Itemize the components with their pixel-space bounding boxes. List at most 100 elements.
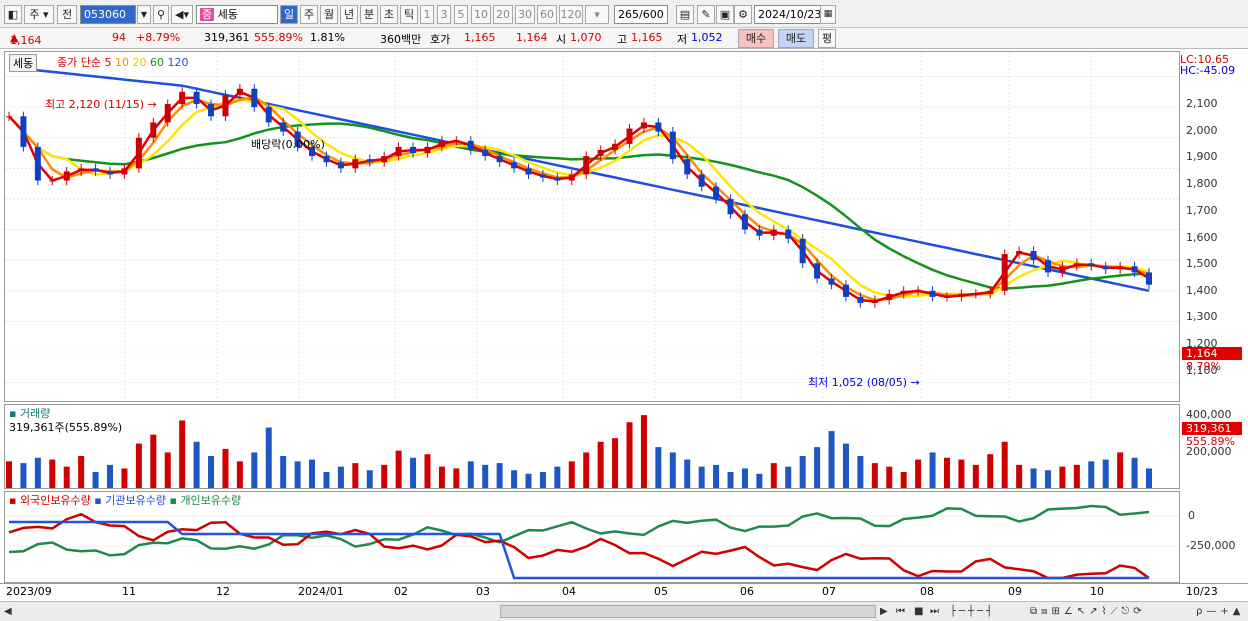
window-icon[interactable]: ◧ bbox=[4, 5, 22, 24]
volume-bar bbox=[1146, 468, 1152, 488]
sound-icon[interactable]: ◀▾ bbox=[171, 5, 193, 24]
volume-chart bbox=[6, 415, 1152, 488]
avg-button[interactable]: 평 bbox=[818, 29, 836, 48]
candle bbox=[1044, 260, 1051, 273]
volume-bar bbox=[6, 461, 12, 488]
chart-tool-icon[interactable]: ▤ bbox=[676, 5, 694, 24]
volume-bar bbox=[410, 457, 417, 488]
num-5[interactable]: 5 bbox=[454, 5, 468, 24]
x-label: 03 bbox=[476, 585, 490, 598]
period-month[interactable]: 월 bbox=[320, 5, 338, 24]
price-panel[interactable]: 세동 종가 단순 5 10 20 60 120 최고 2,120 (11/15)… bbox=[4, 51, 1180, 402]
vol-current-tag: 319,361 bbox=[1182, 422, 1242, 435]
holding-panel[interactable]: ▪ 외국인보유수량 ▪ 기관보유수량 ▪ 개인보유수량 bbox=[4, 491, 1180, 583]
amount: 360백만 bbox=[380, 33, 422, 46]
candle bbox=[410, 146, 417, 154]
period-type-label: 주 bbox=[29, 8, 40, 21]
candle bbox=[92, 168, 99, 172]
volume-bar bbox=[1131, 457, 1138, 488]
volume-bar bbox=[741, 468, 748, 488]
y-label: 1,900 bbox=[1186, 150, 1218, 163]
search-icon[interactable]: ⚲ bbox=[153, 5, 169, 24]
candle bbox=[799, 238, 806, 264]
ma-10-label: 10 bbox=[114, 56, 129, 69]
scroll-thumb[interactable] bbox=[500, 605, 876, 618]
candle bbox=[987, 290, 994, 294]
x-label: 07 bbox=[822, 585, 836, 598]
y-label: 2,000 bbox=[1186, 124, 1218, 137]
period-tick[interactable]: 틱 bbox=[400, 5, 418, 24]
volume-bar bbox=[236, 461, 243, 488]
save-icon[interactable]: ▣ bbox=[716, 5, 734, 24]
scroll-bar[interactable]: ◀ ▶ ⏮ ■ ⏭ ├─┼─┤ ⧉⧈⊞∠↖↗⌇⟋⎋⟳ ρ—+▲ bbox=[0, 601, 1248, 621]
period-minute[interactable]: 분 bbox=[360, 5, 378, 24]
candle bbox=[583, 156, 590, 175]
volume-bar bbox=[20, 463, 27, 488]
code-dropdown-icon[interactable]: ▼ bbox=[137, 5, 151, 24]
volume-bar bbox=[915, 459, 922, 488]
sell-button[interactable]: 매도 bbox=[778, 29, 814, 48]
ma-legend: 종가 단순 5 10 20 60 120 bbox=[57, 54, 188, 70]
volume-bar bbox=[179, 420, 186, 488]
candle bbox=[265, 107, 272, 123]
zoom-controls-icon[interactable]: ρ—+▲ bbox=[1196, 606, 1244, 617]
candle bbox=[179, 91, 186, 105]
num-120[interactable]: 120 bbox=[559, 5, 583, 24]
candle bbox=[785, 229, 792, 239]
zoom-slider-icon[interactable]: ├─┼─┤ bbox=[950, 606, 995, 617]
period-week[interactable]: 주 bbox=[300, 5, 318, 24]
code-input[interactable]: 053060 bbox=[80, 5, 136, 24]
scroll-right-icon[interactable]: ▶ bbox=[880, 606, 888, 617]
scroll-left-icon[interactable]: ◀ bbox=[4, 606, 12, 617]
x-axis: 2023/09 11 12 2024/01 02 03 04 05 06 07 … bbox=[0, 583, 1248, 601]
x-label: 2023/09 bbox=[6, 585, 52, 598]
x-label: 10 bbox=[1090, 585, 1104, 598]
last-icon[interactable]: ⏭ bbox=[930, 606, 939, 617]
turnover: 1.81% bbox=[310, 31, 345, 44]
edit-icon[interactable]: ✎ bbox=[697, 5, 715, 24]
volume-bar bbox=[886, 466, 893, 488]
volume-bar bbox=[135, 443, 142, 488]
candle bbox=[1030, 250, 1037, 261]
buy-button[interactable]: 매수 bbox=[738, 29, 774, 48]
hoga-label: 호가 bbox=[430, 33, 451, 46]
volume-bar bbox=[34, 457, 41, 488]
volume-bar bbox=[799, 456, 806, 488]
first-icon[interactable]: ⏮ bbox=[896, 606, 905, 617]
candle bbox=[525, 168, 532, 175]
vol-y-label: 400,000 bbox=[1186, 408, 1232, 421]
name-field[interactable]: 증 세동 bbox=[196, 5, 278, 24]
num-20[interactable]: 20 bbox=[493, 5, 513, 24]
stop-icon[interactable]: ■ bbox=[914, 606, 923, 617]
volume-bar bbox=[1016, 464, 1023, 488]
dividend-note: 배당락(0.00%) bbox=[251, 138, 325, 151]
vol-y-label: 200,000 bbox=[1186, 445, 1232, 458]
num-60[interactable]: 60 bbox=[537, 5, 557, 24]
volume-panel[interactable]: ▪ 거래량 319,361주(555.89%) bbox=[4, 404, 1180, 489]
volume-bar bbox=[987, 454, 994, 488]
volume-bar bbox=[208, 456, 215, 488]
num-10[interactable]: 10 bbox=[471, 5, 491, 24]
settings-icon[interactable]: ⚙ bbox=[734, 5, 752, 24]
count-field[interactable]: 265/600 bbox=[614, 5, 668, 24]
date-input[interactable]: 2024/10/23 bbox=[754, 5, 826, 24]
volume-bar bbox=[568, 461, 575, 488]
period-day[interactable]: 일 bbox=[280, 5, 298, 24]
calendar-icon[interactable]: ▦ bbox=[820, 5, 836, 24]
num-dropdown-icon[interactable]: ▾ bbox=[585, 5, 609, 24]
draw-tools-icon[interactable]: ⧉⧈⊞∠↖↗⌇⟋⎋⟳ bbox=[1030, 606, 1146, 617]
volume-bar bbox=[1073, 464, 1080, 488]
ma-line-5 bbox=[8, 90, 1150, 303]
period-second[interactable]: 초 bbox=[380, 5, 398, 24]
num-1[interactable]: 1 bbox=[420, 5, 434, 24]
candle bbox=[1117, 266, 1124, 270]
num-3[interactable]: 3 bbox=[437, 5, 451, 24]
num-30[interactable]: 30 bbox=[515, 5, 535, 24]
ma-line-60 bbox=[8, 115, 1150, 290]
period-type-select[interactable]: 주 ▾ bbox=[24, 5, 54, 24]
change: 94 bbox=[112, 31, 126, 44]
stock-tab[interactable]: 세동 bbox=[9, 54, 38, 72]
period-year[interactable]: 년 bbox=[340, 5, 358, 24]
candle bbox=[972, 293, 979, 295]
prev-button[interactable]: 전 bbox=[57, 5, 77, 24]
